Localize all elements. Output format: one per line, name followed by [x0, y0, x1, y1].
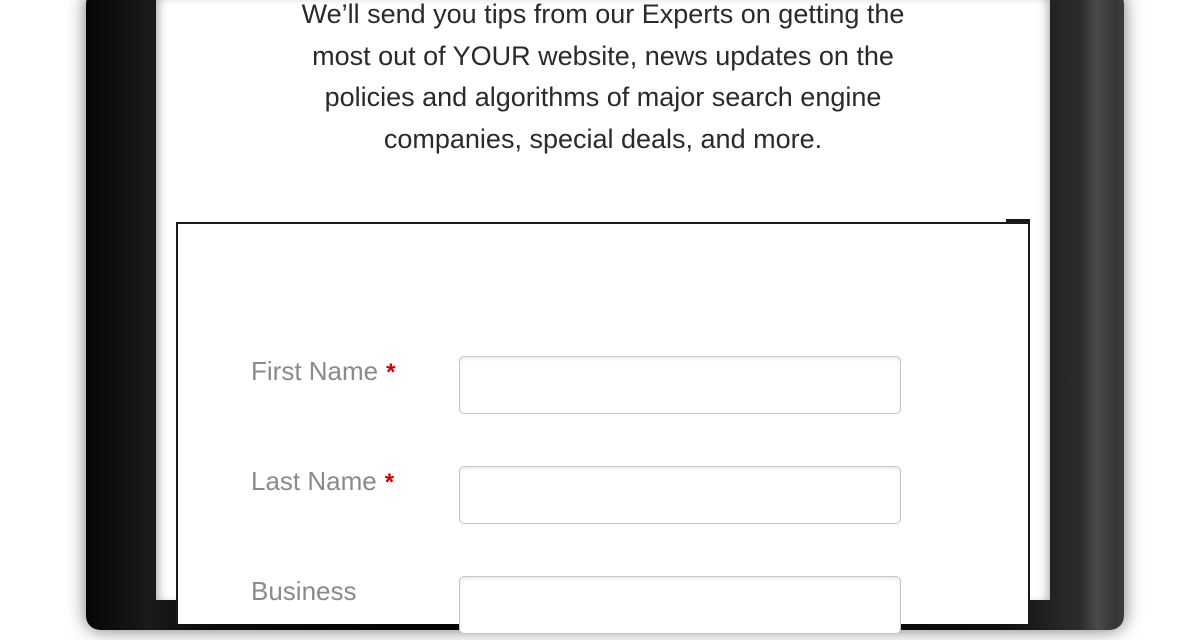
first-name-label: First Name *	[251, 356, 395, 387]
intro-line: policies and algorithms of major search …	[324, 82, 882, 112]
intro-line: companies, special deals, and more.	[383, 123, 823, 154]
last-name-label: Last Name *	[251, 466, 394, 497]
last-name-label-text: Last Name	[251, 466, 377, 496]
last-name-input[interactable]	[459, 466, 901, 524]
required-mark: *	[386, 359, 396, 386]
intro-line: most out of YOUR website, news updates o…	[312, 40, 894, 71]
signup-form: First Name * Last Name * Business	[176, 219, 1030, 634]
device-screen: We’ll send you tips from our Experts on …	[156, 0, 1050, 634]
business-label: Business	[251, 576, 357, 607]
first-name-label-text: First Name	[251, 356, 379, 386]
newsletter-intro-text: We’ll send you tips from our Experts on …	[156, 0, 1050, 160]
first-name-input[interactable]	[459, 356, 901, 414]
business-label-text: Business	[251, 576, 357, 606]
first-name-row: First Name *	[178, 356, 1028, 420]
business-input[interactable]	[459, 576, 901, 634]
last-name-row: Last Name *	[178, 466, 1028, 530]
required-mark: *	[384, 469, 395, 496]
intro-line: We’ll send you tips from our Experts on …	[301, 0, 905, 29]
business-row: Business	[178, 576, 1028, 640]
